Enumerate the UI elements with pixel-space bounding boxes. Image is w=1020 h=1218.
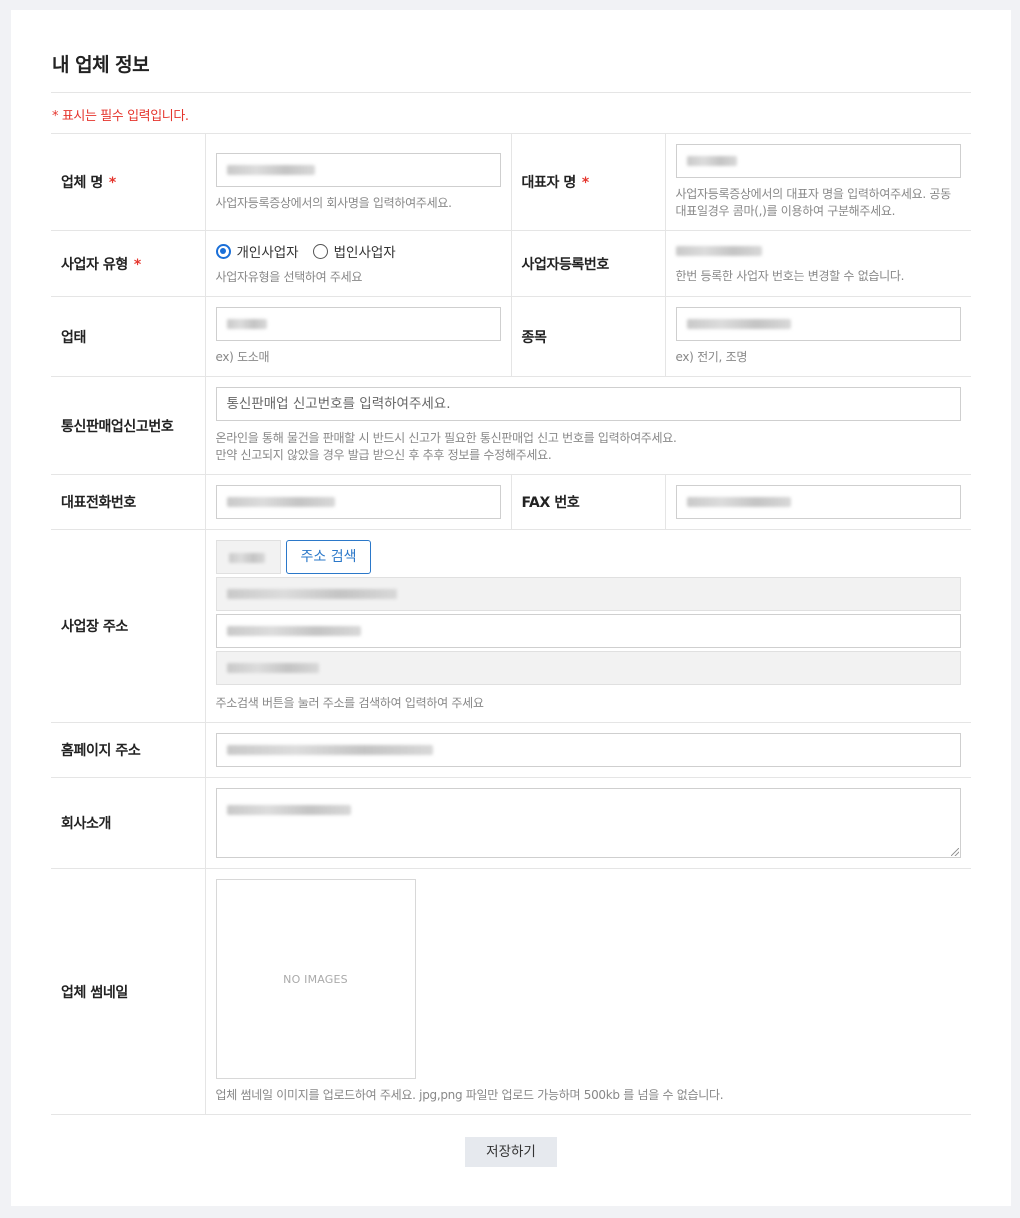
ecommerce-number-cell: 통신판매업 신고번호를 입력하여주세요. 온라인을 통해 물건을 판매할 시 반… (204, 376, 971, 475)
ecommerce-number-input[interactable]: 통신판매업 신고번호를 입력하여주세요. (215, 387, 961, 421)
ceo-name-help: 사업자등록증상에서의 대표자 명을 입력하여주세요. 공동 대표일경우 콤마(,)… (675, 187, 952, 218)
save-area: 저장하기 (11, 1137, 1011, 1167)
ecommerce-number-label: 통신판매업신고번호 (51, 376, 205, 475)
business-item-cell: ex) 전기, 조명 (664, 296, 971, 377)
zipcode-field (215, 540, 281, 574)
address-search-button[interactable]: 주소 검색 (285, 540, 372, 574)
address-extra-field (215, 651, 961, 685)
phone-label: 대표전화번호 (51, 474, 205, 530)
business-type-radio-group: 개인사업자 법인사업자 (215, 241, 501, 261)
business-number-label: 사업자등록번호 (510, 230, 665, 297)
homepage-input[interactable] (215, 733, 961, 767)
row-address: 사업장 주소 주소 검색 주소검색 버튼을 눌러 주소를 검색하여 입력하여 주… (51, 529, 971, 723)
row-ecommerce: 통신판매업신고번호 통신판매업 신고번호를 입력하여주세요. 온라인을 통해 물… (51, 376, 971, 475)
company-form-table: 업체 명 * 사업자등록증상에서의 회사명을 입력하여주세요. 대표자 명 * 사업… (51, 133, 971, 1115)
business-type-help: 사업자유형을 선택하여 주세요 (215, 270, 363, 284)
thumbnail-upload[interactable]: NO IMAGES (215, 879, 416, 1079)
ceo-name-input[interactable] (675, 144, 961, 178)
ceo-name-cell: 사업자등록증상에서의 대표자 명을 입력하여주세요. 공동 대표일경우 콤마(,)… (664, 133, 971, 231)
business-item-label: 종목 (510, 296, 665, 377)
business-item-input[interactable] (675, 307, 961, 341)
row-category: 업태 ex) 도소매 종목 ex) 전기, 조명 (51, 296, 971, 377)
address-road-field (215, 577, 961, 611)
intro-cell (204, 777, 971, 869)
radio-corporate[interactable] (312, 243, 328, 259)
thumbnail-label: 업체 썸네일 (51, 868, 205, 1115)
radio-individual[interactable] (215, 243, 231, 259)
homepage-cell (204, 722, 971, 778)
company-name-help: 사업자등록증상에서의 회사명을 입력하여주세요. (215, 195, 452, 210)
row-company-name: 업체 명 * 사업자등록증상에서의 회사명을 입력하여주세요. 대표자 명 * 사업… (51, 133, 971, 231)
required-star: * (581, 175, 589, 191)
address-label: 사업장 주소 (51, 529, 205, 723)
page-title: 내 업체 정보 (52, 54, 150, 76)
required-star: * (108, 175, 116, 191)
business-number-cell: 한번 등록한 사업자 번호는 변경할 수 없습니다. (664, 230, 971, 297)
resize-handle-icon[interactable] (951, 848, 959, 856)
fax-input[interactable] (675, 485, 961, 519)
fax-cell (664, 474, 971, 530)
homepage-label: 홈페이지 주소 (51, 722, 205, 778)
business-type-label: 사업자 유형 * (51, 230, 205, 297)
address-help: 주소검색 버튼을 눌러 주소를 검색하여 입력하여 주세요 (215, 696, 484, 710)
radio-corporate-label[interactable]: 법인사업자 (334, 241, 396, 261)
company-info-panel: 내 업체 정보 * 표시는 필수 입력입니다. 업체 명 * 사업자등록증상에서의… (11, 10, 1011, 1206)
business-category-input[interactable] (215, 307, 501, 341)
fax-label: FAX 번호 (510, 474, 665, 530)
thumbnail-help: 업체 썸네일 이미지를 업로드하여 주세요. jpg,png 파일만 업로드 가… (215, 1088, 724, 1102)
address-detail-input[interactable] (215, 614, 961, 648)
radio-individual-label[interactable]: 개인사업자 (237, 241, 299, 261)
row-phone: 대표전화번호 FAX 번호 (51, 474, 971, 530)
business-number-value (675, 242, 962, 262)
row-homepage: 홈페이지 주소 (51, 722, 971, 778)
no-image-text: NO IMAGES (283, 972, 348, 986)
business-type-cell: 개인사업자 법인사업자 사업자유형을 선택하여 주세요 (204, 230, 511, 297)
title-divider (51, 92, 971, 93)
company-name-input[interactable] (215, 152, 501, 187)
address-cell: 주소 검색 주소검색 버튼을 눌러 주소를 검색하여 입력하여 주세요 (204, 529, 971, 723)
intro-label: 회사소개 (51, 777, 205, 869)
company-name-label: 업체 명 * (51, 133, 205, 231)
business-item-help: ex) 전기, 조명 (675, 350, 748, 364)
thumbnail-cell: NO IMAGES 업체 썸네일 이미지를 업로드하여 주세요. jpg,png… (204, 868, 971, 1115)
required-note: * 표시는 필수 입력입니다. (52, 109, 189, 124)
business-number-help: 한번 등록한 사업자 번호는 변경할 수 없습니다. (675, 269, 905, 283)
row-thumbnail: 업체 썸네일 NO IMAGES 업체 썸네일 이미지를 업로드하여 주세요. … (51, 868, 971, 1115)
required-star: * (133, 256, 141, 273)
business-category-label: 업태 (51, 296, 205, 377)
company-name-cell: 사업자등록증상에서의 회사명을 입력하여주세요. (204, 133, 511, 231)
row-intro: 회사소개 (51, 777, 971, 869)
address-zip-row: 주소 검색 (215, 540, 962, 574)
intro-textarea[interactable] (215, 788, 961, 858)
ceo-name-label: 대표자 명 * (510, 133, 665, 231)
ecommerce-number-help: 온라인을 통해 물건을 판매할 시 반드시 신고가 필요한 통신판매업 신고 번… (215, 431, 677, 462)
phone-input[interactable] (215, 485, 501, 519)
business-category-help: ex) 도소매 (215, 350, 270, 364)
save-button[interactable]: 저장하기 (465, 1137, 557, 1167)
row-business-type: 사업자 유형 * 개인사업자 법인사업자 사업자유형을 선택하여 주세요 사업자등… (51, 230, 971, 297)
business-category-cell: ex) 도소매 (204, 296, 511, 377)
phone-cell (204, 474, 511, 530)
